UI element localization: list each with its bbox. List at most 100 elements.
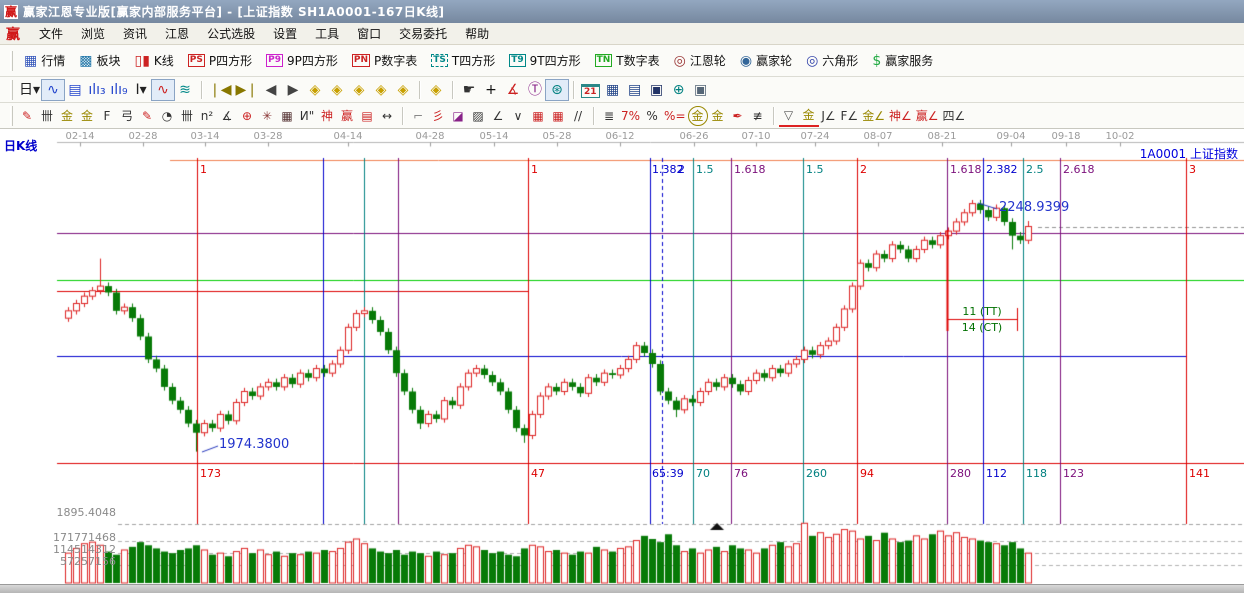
last-bar-icon[interactable]: ▶❘ [234,80,261,100]
red-grid1-icon[interactable]: ▦ [528,106,548,126]
curve-blue-icon[interactable]: ∿ [42,80,64,100]
ying-angle-icon[interactable]: 赢∠ [914,106,941,126]
menu-item-设置[interactable]: 设置 [264,23,306,44]
four-angle-icon[interactable]: 四∠ [940,106,967,126]
box-fan1-icon[interactable]: ◪ [448,106,468,126]
computer-icon[interactable]: ▣ [690,80,712,100]
crosshair-tool-icon[interactable]: + [480,80,502,100]
hand-tool-icon[interactable]: ☛ [458,80,480,100]
parallel-lines-icon[interactable]: // [568,106,588,126]
shen-grid-icon[interactable]: 神 [317,106,337,126]
menu-item-资讯[interactable]: 资讯 [114,23,156,44]
n-squared-icon[interactable]: n² [197,106,217,126]
spiral-tool-icon[interactable]: 弓 [117,106,137,126]
j-angle-icon[interactable]: J∠ [819,106,839,126]
notepad-icon[interactable]: ▤ [624,80,646,100]
grid2-tool-icon[interactable]: 卌 [177,106,197,126]
angle-mirror-icon[interactable]: ∡ [217,106,237,126]
menu-item-文件[interactable]: 文件 [30,23,72,44]
calculator-icon[interactable]: ▦ [602,80,624,100]
chart9-icon[interactable]: ılı₉ [108,80,130,100]
misc-tool-icon[interactable]: ≢ [748,106,768,126]
menu-item-公式选股[interactable]: 公式选股 [198,23,264,44]
f-angle-icon[interactable]: F∠ [839,106,861,126]
gold-underline-icon[interactable]: 金 [799,105,819,127]
date-label-02-28: 02-28 [128,131,157,142]
menu-item-江恩[interactable]: 江恩 [156,23,198,44]
notes-icon[interactable]: ▤ [64,80,86,100]
ying-grid-icon[interactable]: 赢 [337,106,357,126]
gold-circle-icon[interactable]: 金 [688,106,708,126]
winner-wheel-button[interactable]: ◉赢家轮 [733,49,799,72]
hexagon-button[interactable]: ◎六角形 [799,49,865,72]
chart3-icon[interactable]: ılı₃ [86,80,108,100]
sectors-button[interactable]: ▩板块 [72,49,127,72]
chart-canvas[interactable] [0,129,1244,593]
gold-grid2-icon[interactable]: 金 [77,106,97,126]
frame-tool-icon[interactable]: ⌐ [408,106,428,126]
percent-icon[interactable]: % [642,106,662,126]
p-square-button[interactable]: PSP四方形 [181,49,259,72]
menu-item-浏览[interactable]: 浏览 [72,23,114,44]
x-grid-icon[interactable]: ▦ [277,106,297,126]
angle-lines-icon[interactable]: ∠ [488,106,508,126]
calendar-icon[interactable]: 21 [579,80,602,100]
flag-pen-icon[interactable]: ✒ [728,106,748,126]
i-quote-icon[interactable]: И" [297,106,317,126]
next-bar-icon[interactable]: ▶ [282,80,304,100]
map-tool-icon[interactable]: ⊛ [546,80,568,100]
zoom-right-icon[interactable]: ◈ [326,80,348,100]
9p-square-button[interactable]: P99P四方形 [259,49,345,72]
curve-red-icon[interactable]: ∿ [152,80,174,100]
fan-lines-icon[interactable]: 彡 [428,106,448,126]
gann-wheel-button[interactable]: ◎江恩轮 [667,49,733,72]
red-grid2-icon[interactable]: ▦ [548,106,568,126]
zoom-all-icon[interactable]: ◈ [392,80,414,100]
box-fan2-icon[interactable]: ▨ [468,106,488,126]
t-number-button[interactable]: TNT数字表 [588,49,667,72]
cup-underline-icon[interactable]: ▽ [779,105,799,127]
histogram-icon[interactable]: ≋ [174,80,196,100]
move-diamond-icon[interactable]: ◈ [425,80,447,100]
menu-item-工具[interactable]: 工具 [306,23,348,44]
pen-chart-icon[interactable]: ✎ [137,106,157,126]
candle-style-dropdown-icon[interactable]: I▾ [130,80,152,100]
gold-lines-icon[interactable]: 金 [708,106,728,126]
zoom-left-icon[interactable]: ◈ [304,80,326,100]
grid-tool-icon[interactable]: 卌 [37,106,57,126]
kline-button[interactable]: ▯▮K线 [128,49,181,72]
menu-item-交易委托[interactable]: 交易委托 [390,23,456,44]
crosshair-circle-icon[interactable]: ⊕ [237,106,257,126]
menu-item-窗口[interactable]: 窗口 [348,23,390,44]
web-refresh-icon[interactable]: ⊕ [668,80,690,100]
percent-chart-icon[interactable]: ≣ [599,106,619,126]
period-day-dropdown-icon[interactable]: 日▾ [17,80,42,100]
zoom-h-icon[interactable]: ◈ [348,80,370,100]
ruler-123-icon[interactable]: ▤ [357,106,377,126]
star-grid-icon[interactable]: ✳ [257,106,277,126]
9t-square-button[interactable]: T99T四方形 [502,49,587,72]
menu-item-帮助[interactable]: 帮助 [456,23,498,44]
horizontal-scrollbar[interactable] [0,584,1244,593]
percent-eq-icon[interactable]: %= [662,106,687,126]
seven-percent-icon[interactable]: 7% [619,106,642,126]
gann-shape-tool-icon[interactable]: Ⓣ [524,80,546,100]
first-bar-icon[interactable]: ❘◀ [207,80,234,100]
shen-angle-icon[interactable]: 神∠ [887,106,914,126]
gold-angle-icon[interactable]: 金∠ [860,106,887,126]
draw-pen-icon[interactable]: ✎ [17,106,37,126]
prev-bar-icon[interactable]: ◀ [260,80,282,100]
save-icon[interactable]: ▣ [646,80,668,100]
t-square-button[interactable]: TST四方形 [424,49,502,72]
gann-count-label: 123 [1063,467,1084,480]
angle-tool-icon[interactable]: ∡ [502,80,524,100]
clock-circle-icon[interactable]: ◔ [157,106,177,126]
width-measure-icon[interactable]: ↔ [377,106,397,126]
f-grid-icon[interactable]: F [97,106,117,126]
gold-grid1-icon[interactable]: 金 [57,106,77,126]
p-number-button[interactable]: PNP数字表 [345,49,424,72]
zoom-x-icon[interactable]: ◈ [370,80,392,100]
winner-service-button[interactable]: $赢家服务 [865,49,940,72]
v-lines-icon[interactable]: ∨ [508,106,528,126]
quotes-button[interactable]: ▦行情 [17,49,72,72]
